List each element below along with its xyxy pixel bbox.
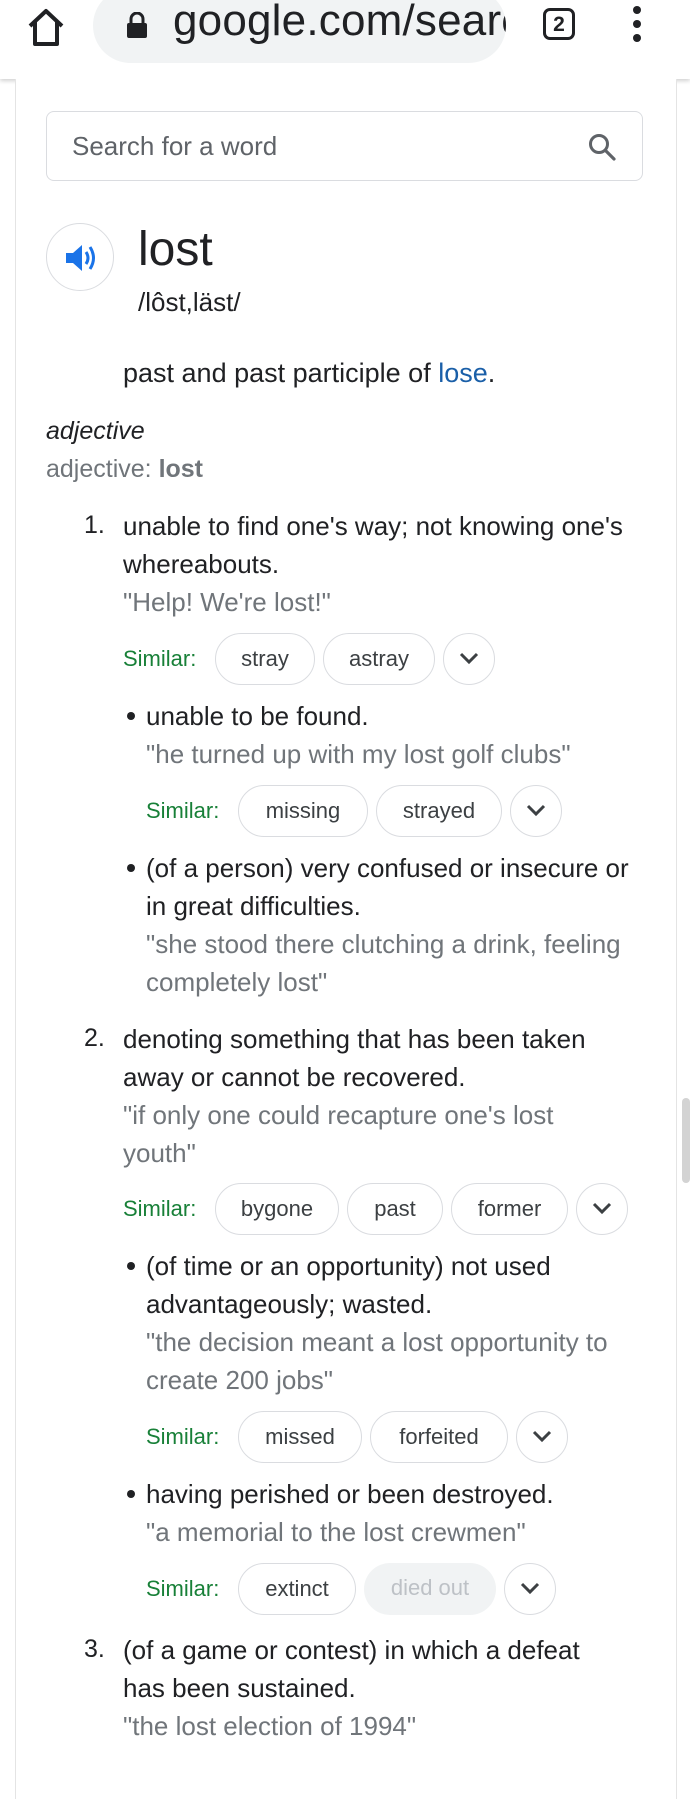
- bullet: [127, 1490, 135, 1498]
- synonym-chip[interactable]: extinct: [238, 1563, 356, 1615]
- definition-line: (of a game or contest) in which a defeat: [123, 1635, 580, 1665]
- definition-line: away or cannot be recovered.: [123, 1062, 466, 1092]
- scrollbar-thumb[interactable]: [682, 1098, 690, 1183]
- definition-line: advantageously; wasted.: [146, 1289, 433, 1319]
- word-search-input[interactable]: [70, 112, 574, 180]
- synonym-chip[interactable]: astray: [323, 633, 435, 685]
- sense-number: 3.: [84, 1635, 105, 1663]
- word-forms-label: adjective:: [46, 455, 159, 483]
- example-sentence: "the lost election of 1994": [123, 1711, 417, 1741]
- synonym-chip[interactable]: forfeited: [370, 1411, 508, 1463]
- lock-icon: [126, 11, 148, 38]
- example-sentence: "she stood there clutching a drink, feel…: [146, 929, 621, 959]
- example-sentence: create 200 jobs": [146, 1365, 334, 1395]
- bullet: [127, 864, 135, 872]
- speaker-icon: [66, 245, 95, 271]
- chevron-down-icon: [592, 1202, 612, 1215]
- example-sentence: "Help! We're lost!": [123, 587, 331, 617]
- example-sentence: "the decision meant a lost opportunity t…: [146, 1327, 608, 1357]
- home-icon[interactable]: [26, 4, 66, 50]
- part-of-speech: adjective: [46, 417, 145, 445]
- synonym-chip[interactable]: past: [347, 1183, 443, 1235]
- chevron-down-icon: [532, 1430, 552, 1443]
- expand-synonyms-button[interactable]: [443, 633, 495, 685]
- synonym-chip[interactable]: bygone: [215, 1183, 339, 1235]
- definition-line: denoting something that has been taken: [123, 1024, 586, 1054]
- headword: lost: [138, 223, 213, 276]
- chevron-down-icon: [526, 804, 546, 817]
- more-options-icon[interactable]: [625, 6, 649, 46]
- chevron-down-icon: [459, 652, 479, 665]
- phonetic-spelling: /lôst,läst/: [138, 287, 241, 317]
- example-sentence: "if only one could recapture one's lost: [123, 1100, 554, 1130]
- lose-link[interactable]: lose: [438, 358, 488, 388]
- bullet: [127, 1262, 135, 1270]
- pronunciation-button[interactable]: [46, 223, 114, 291]
- search-icon[interactable]: [587, 132, 617, 162]
- example-sentence: youth": [123, 1138, 196, 1168]
- browser-toolbar: google.com/searc 2: [0, 0, 690, 79]
- synonym-chip[interactable]: missing: [238, 785, 368, 837]
- synonym-chip[interactable]: died out: [364, 1563, 496, 1615]
- synonym-chip[interactable]: strayed: [376, 785, 502, 837]
- similar-label: Similar:: [123, 1196, 197, 1221]
- expand-synonyms-button[interactable]: [510, 785, 562, 837]
- definition-line: having perished or been destroyed.: [146, 1479, 554, 1509]
- synonym-chip[interactable]: stray: [215, 633, 315, 685]
- sense-number: 2.: [84, 1024, 105, 1052]
- definition-line: (of time or an opportunity) not used: [146, 1251, 551, 1281]
- address-bar[interactable]: google.com/searc: [93, 0, 506, 63]
- past-participle-note: past and past participle of lose.: [123, 358, 495, 389]
- expand-synonyms-button[interactable]: [504, 1563, 556, 1615]
- expand-synonyms-button[interactable]: [576, 1183, 628, 1235]
- chevron-down-icon: [520, 1582, 540, 1595]
- bullet: [127, 712, 135, 720]
- definition-line: in great difficulties.: [146, 891, 361, 921]
- similar-label: Similar:: [123, 646, 197, 671]
- definition-line: unable to be found.: [146, 701, 369, 731]
- past-participle-period: .: [487, 358, 496, 388]
- definition-line: unable to find one's way; not knowing on…: [123, 511, 623, 541]
- example-sentence: "a memorial to the lost crewmen": [146, 1517, 526, 1547]
- synonym-chip[interactable]: former: [451, 1183, 568, 1235]
- similar-label: Similar:: [146, 1576, 220, 1601]
- url-text: google.com/searc: [173, 0, 506, 45]
- past-participle-text: past and past participle of: [123, 358, 439, 388]
- synonym-chip[interactable]: missed: [238, 1411, 362, 1463]
- definition-line: whereabouts.: [123, 549, 280, 579]
- example-sentence: completely lost": [146, 967, 328, 997]
- word-forms-word: lost: [158, 455, 204, 483]
- definition-line: (of a person) very confused or insecure …: [146, 853, 629, 883]
- word-forms: adjective: lost: [46, 455, 203, 484]
- example-sentence: "he turned up with my lost golf clubs": [146, 739, 571, 769]
- definition-line: has been sustained.: [123, 1673, 356, 1703]
- expand-synonyms-button[interactable]: [516, 1411, 568, 1463]
- similar-label: Similar:: [146, 798, 220, 823]
- sense-number: 1.: [84, 511, 105, 539]
- word-search-box[interactable]: [46, 111, 643, 181]
- tab-switcher-button[interactable]: 2: [543, 8, 575, 40]
- similar-label: Similar:: [146, 1424, 220, 1449]
